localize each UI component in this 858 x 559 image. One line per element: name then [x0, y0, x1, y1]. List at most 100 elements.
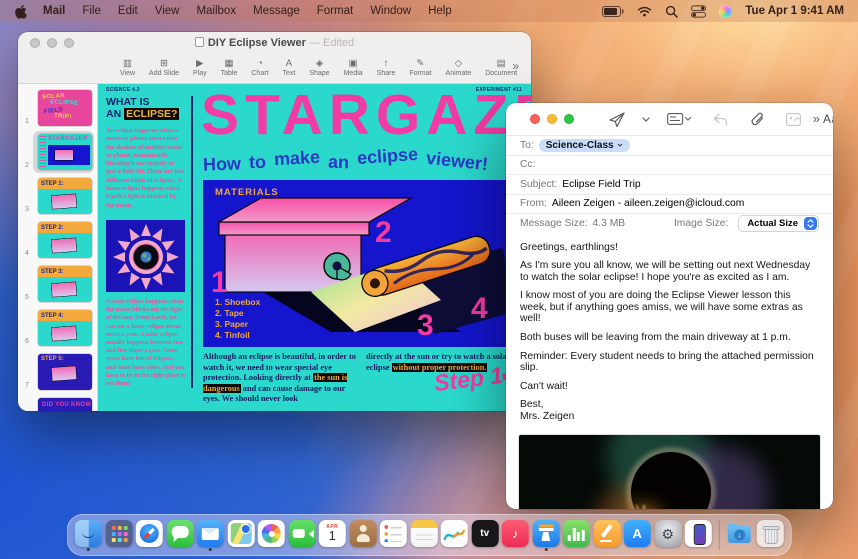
add-slide-icon: ⊞: [160, 57, 169, 69]
slide-number: 3: [25, 206, 29, 213]
slide-thumbnail[interactable]: STEP 1:: [38, 178, 92, 214]
dock-item-appletv[interactable]: tv: [471, 520, 499, 550]
svg-text:1: 1: [211, 266, 228, 299]
tool-label: Format: [409, 69, 432, 77]
from-field[interactable]: From: Aileen Zeigen - aileen.zeigen@iclo…: [506, 193, 833, 214]
control-center-icon[interactable]: [691, 4, 707, 18]
keynote-icon: [532, 520, 560, 547]
mail-compose-window: Aa » To: Science-Class Cc: Subject: Ecli…: [506, 103, 833, 509]
slide-thumbnail[interactable]: SOLAR ECLIPSE FIELD TRIP!: [38, 90, 92, 126]
menu-bar-clock[interactable]: Tue Apr 1 9:41 AM: [745, 5, 844, 17]
menu-item-edit[interactable]: Edit: [118, 5, 138, 17]
slide-number: 1: [25, 118, 29, 125]
materials-list-item: 2. Tape: [215, 308, 244, 318]
slide-thumbnail-row[interactable]: 3 STEP 1:: [18, 174, 97, 218]
send-icon[interactable]: [598, 109, 636, 129]
recipient-token[interactable]: Science-Class: [538, 138, 630, 152]
dock-item-pages[interactable]: [593, 520, 621, 550]
slide-thumbnail-row[interactable]: 2 STARGAZER: [18, 130, 97, 174]
slide-thumbnail[interactable]: STARGAZER: [38, 134, 92, 170]
menu-item-mail[interactable]: Mail: [43, 5, 65, 17]
keynote-tool-table[interactable]: ▦ Table: [214, 58, 245, 78]
to-field[interactable]: To: Science-Class: [506, 135, 833, 155]
menu-item-help[interactable]: Help: [428, 5, 452, 17]
slide-thumbnail-row[interactable]: 7 STEP 5:: [18, 350, 97, 394]
cc-field[interactable]: Cc:: [506, 154, 833, 175]
mail-titlebar[interactable]: Aa »: [506, 103, 833, 135]
slide-thumbnail-row[interactable]: 5 STEP 3:: [18, 262, 97, 306]
menu-item-message[interactable]: Message: [253, 5, 300, 17]
menu-item-file[interactable]: File: [82, 5, 101, 17]
slide-thumbnail[interactable]: STEP 3:: [38, 266, 92, 302]
slide-thumbnail[interactable]: STEP 2:: [38, 222, 92, 258]
dock-item-reminders[interactable]: [379, 520, 407, 550]
dock-item-photos[interactable]: [257, 520, 285, 550]
attach-icon[interactable]: [739, 109, 775, 129]
dock-item-contacts[interactable]: [349, 520, 377, 550]
keynote-tool-view[interactable]: ▥ View: [113, 58, 142, 78]
eclipse-sun-illustration: [106, 220, 185, 292]
keynote-tool-shape[interactable]: ◈ Shape: [302, 58, 336, 78]
keynote-tool-animate[interactable]: ◇ Animate: [439, 58, 479, 78]
pages-icon: [593, 520, 621, 547]
subject-field[interactable]: Subject: Eclipse Field Trip: [506, 174, 833, 194]
finder-icon: [74, 520, 102, 547]
send-options-chevron-icon[interactable]: [636, 109, 656, 129]
dock-item-appstore[interactable]: A: [623, 520, 651, 550]
slide-thumbnail[interactable]: STEP 4:: [38, 310, 92, 346]
dock-item-facetime[interactable]: [288, 520, 316, 550]
insert-photo-icon[interactable]: [775, 109, 812, 129]
siri-icon[interactable]: [719, 4, 733, 18]
dock-item-safari[interactable]: [135, 520, 163, 550]
image-size-select[interactable]: Actual Size: [738, 214, 819, 232]
apple-menu-icon[interactable]: [14, 4, 27, 19]
keynote-tool-format[interactable]: ✎ Format: [402, 58, 438, 78]
dock-item-notes[interactable]: [410, 520, 438, 550]
menu-item-view[interactable]: View: [155, 5, 180, 17]
keynote-tool-share[interactable]: ↑ Share: [370, 58, 403, 78]
slide-thumbnail[interactable]: DID YOU KNOW: [38, 398, 92, 411]
dock-item-mail[interactable]: [196, 520, 224, 551]
slide-thumbnail-row[interactable]: 6 STEP 4:: [18, 306, 97, 350]
dock-item-settings[interactable]: ⚙: [654, 520, 682, 550]
message-body[interactable]: Greetings, earthlings! As I'm sure you al…: [506, 233, 833, 432]
dock-item-finder[interactable]: [74, 520, 102, 551]
svg-text:4: 4: [471, 292, 488, 325]
menu-item-mailbox[interactable]: Mailbox: [196, 5, 236, 17]
slide-thumbnail-row[interactable]: 4 STEP 2:: [18, 218, 97, 262]
document-icon: ▤: [496, 57, 506, 69]
mail-toolbar-overflow-icon[interactable]: »: [813, 111, 820, 126]
dock-item-trash[interactable]: [756, 520, 784, 550]
slide-thumbnail-row[interactable]: DID YOU KNOW: [18, 394, 97, 411]
dock-item-numbers[interactable]: [562, 520, 590, 550]
menu-item-window[interactable]: Window: [370, 5, 411, 17]
mail-icon: [196, 520, 224, 547]
dock-item-iphone-mirroring[interactable]: [684, 520, 712, 550]
dock-item-downloads[interactable]: ↓: [726, 520, 753, 550]
keynote-titlebar[interactable]: DIY Eclipse Viewer — Edited: [18, 32, 531, 53]
column-divider: [191, 96, 193, 388]
keynote-tool-text[interactable]: A Text: [276, 58, 303, 78]
attachment-image[interactable]: [518, 433, 821, 509]
search-icon[interactable]: [665, 5, 679, 18]
toolbar-overflow-chevron[interactable]: »: [512, 59, 519, 73]
dock-item-messages[interactable]: [166, 520, 194, 550]
dock-item-calendar[interactable]: APR 1: [318, 520, 346, 550]
dock-item-keynote[interactable]: [532, 520, 560, 551]
dock-item-launchpad[interactable]: [105, 520, 133, 550]
wifi-icon[interactable]: [637, 6, 652, 17]
dock-item-maps[interactable]: [227, 520, 255, 550]
keynote-tool-add-slide[interactable]: ⊞ Add Slide: [142, 57, 186, 78]
reply-icon[interactable]: [702, 109, 739, 129]
dock-item-freeform[interactable]: [440, 520, 468, 550]
menu-item-format[interactable]: Format: [317, 5, 353, 17]
keynote-tool-chart[interactable]: ◔ Chart: [244, 58, 275, 78]
slide-thumbnail-row[interactable]: 1 SOLAR ECLIPSE FIELD TRIP!: [18, 86, 97, 130]
keynote-tool-media[interactable]: ▣ Media: [337, 58, 370, 78]
battery-icon[interactable]: [602, 5, 624, 17]
dock-item-music[interactable]: ♪: [501, 520, 529, 550]
mail-traffic-lights[interactable]: [530, 114, 574, 124]
keynote-tool-play[interactable]: ▶ Play: [186, 58, 214, 78]
header-fields-icon[interactable]: [656, 109, 702, 129]
slide-thumbnail[interactable]: STEP 5:: [38, 354, 92, 390]
